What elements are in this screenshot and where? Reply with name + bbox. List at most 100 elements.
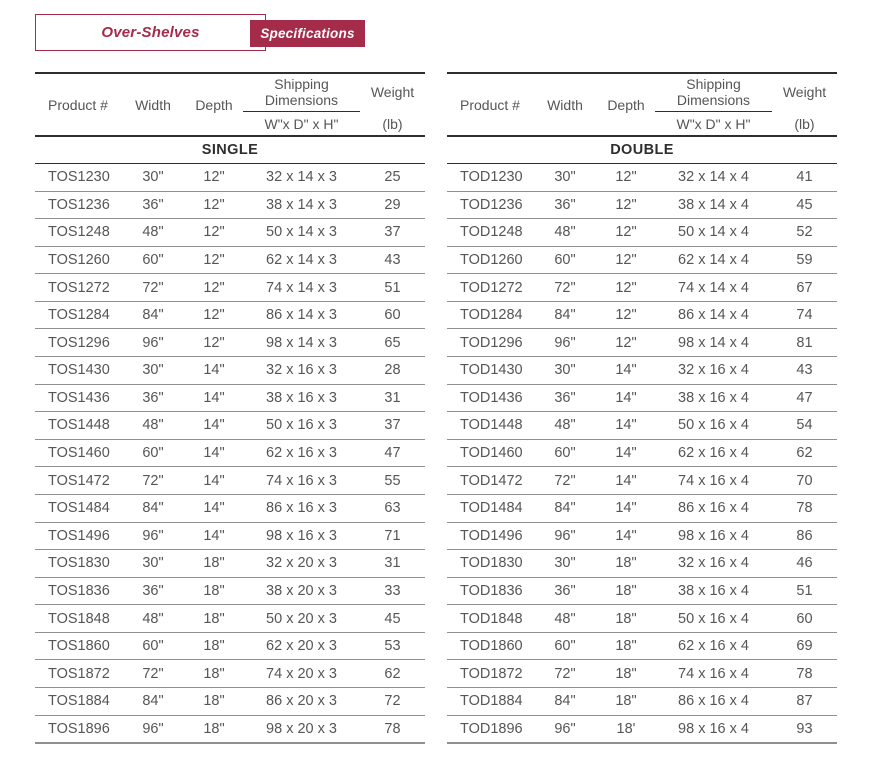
weight-cell: 54 <box>772 417 837 433</box>
shipping-cell: 86 x 14 x 4 <box>655 307 772 323</box>
product-cell: TOS1248 <box>35 224 121 240</box>
table-row: TOD128484"12"86 x 14 x 474 <box>447 302 837 330</box>
table-row: TOD149696"14"98 x 16 x 486 <box>447 523 837 551</box>
product-cell: TOS1896 <box>35 721 121 737</box>
table-row: TOD188484"18"86 x 16 x 487 <box>447 688 837 716</box>
table-row: TOS124848"12"50 x 14 x 337 <box>35 219 425 247</box>
width-cell: 48" <box>533 611 597 627</box>
shipping-cell: 50 x 16 x 4 <box>655 611 772 627</box>
width-cell: 30" <box>121 555 185 571</box>
shipping-dimensions-label: Shipping Dimensions <box>243 74 360 112</box>
depth-cell: 12" <box>185 169 243 185</box>
weight-cell: 43 <box>360 252 425 268</box>
weight-units-label: (lb) <box>772 112 837 135</box>
shipping-cell: 86 x 16 x 3 <box>243 500 360 516</box>
product-cell: TOS1260 <box>35 252 121 268</box>
depth-cell: 12" <box>597 335 655 351</box>
category-label: Over-Shelves <box>101 24 199 41</box>
shipping-column-header: Shipping Dimensions W"x D" x H" <box>243 74 360 135</box>
width-cell: 72" <box>533 473 597 489</box>
depth-cell: 14" <box>185 445 243 461</box>
shipping-cell: 38 x 16 x 4 <box>655 583 772 599</box>
width-cell: 84" <box>533 500 597 516</box>
shipping-column-header: Shipping Dimensions W"x D" x H" <box>655 74 772 135</box>
width-cell: 36" <box>533 583 597 599</box>
weight-column-header: Weight (lb) <box>772 74 837 135</box>
table-row: TOD124848"12"50 x 14 x 452 <box>447 219 837 247</box>
table-row: TOS143636"14"38 x 16 x 331 <box>35 385 425 413</box>
product-cell: TOS1830 <box>35 555 121 571</box>
table-row: TOD147272"14"74 x 16 x 470 <box>447 467 837 495</box>
product-cell: TOD1248 <box>447 224 533 240</box>
depth-cell: 14" <box>597 473 655 489</box>
weight-cell: 72 <box>360 693 425 709</box>
shipping-cell: 98 x 14 x 4 <box>655 335 772 351</box>
weight-cell: 31 <box>360 390 425 406</box>
depth-cell: 14" <box>185 417 243 433</box>
weight-column-header: Weight (lb) <box>360 74 425 135</box>
table-body-single: TOS123030"12"32 x 14 x 325TOS123636"12"3… <box>35 164 425 744</box>
weight-cell: 47 <box>360 445 425 461</box>
table-row: TOS143030"14"32 x 16 x 328 <box>35 357 425 385</box>
table-row: TOD123636"12"38 x 14 x 445 <box>447 192 837 220</box>
depth-cell: 18" <box>597 693 655 709</box>
product-cell: TOD1830 <box>447 555 533 571</box>
weight-cell: 70 <box>772 473 837 489</box>
shipping-cell: 50 x 14 x 3 <box>243 224 360 240</box>
product-cell: TOD1284 <box>447 307 533 323</box>
shipping-cell: 50 x 16 x 3 <box>243 417 360 433</box>
weight-label: Weight <box>772 74 837 112</box>
product-cell: TOS1860 <box>35 638 121 654</box>
specifications-tab[interactable]: Specifications <box>250 20 365 47</box>
single-shelf-table: Product # Width Depth Shipping Dimension… <box>35 72 425 744</box>
table-row: TOD143030"14"32 x 16 x 443 <box>447 357 837 385</box>
depth-cell: 14" <box>597 417 655 433</box>
shipping-cell: 98 x 14 x 3 <box>243 335 360 351</box>
product-cell: TOD1860 <box>447 638 533 654</box>
weight-cell: 45 <box>772 197 837 213</box>
weight-cell: 63 <box>360 500 425 516</box>
table-row: TOD187272"18"74 x 16 x 478 <box>447 660 837 688</box>
product-cell: TOS1448 <box>35 417 121 433</box>
table-row: TOS148484"14"86 x 16 x 363 <box>35 495 425 523</box>
width-cell: 60" <box>533 638 597 654</box>
shipping-cell: 98 x 16 x 4 <box>655 528 772 544</box>
shipping-cell: 50 x 20 x 3 <box>243 611 360 627</box>
table-row: TOS128484"12"86 x 14 x 360 <box>35 302 425 330</box>
width-cell: 36" <box>533 390 597 406</box>
product-cell: TOD1236 <box>447 197 533 213</box>
shipping-cell: 74 x 16 x 4 <box>655 666 772 682</box>
width-cell: 60" <box>121 252 185 268</box>
depth-cell: 14" <box>185 528 243 544</box>
weight-cell: 78 <box>772 500 837 516</box>
shipping-units-label: W"x D" x H" <box>243 112 360 135</box>
width-cell: 84" <box>121 500 185 516</box>
depth-cell: 18" <box>185 666 243 682</box>
table-row: TOS127272"12"74 x 14 x 351 <box>35 274 425 302</box>
weight-cell: 53 <box>360 638 425 654</box>
table-row: TOD184848"18"50 x 16 x 460 <box>447 605 837 633</box>
weight-cell: 46 <box>772 555 837 571</box>
weight-cell: 86 <box>772 528 837 544</box>
depth-cell: 14" <box>597 445 655 461</box>
product-cell: TOD1448 <box>447 417 533 433</box>
product-cell: TOD1296 <box>447 335 533 351</box>
page-header: Over-Shelves Specifications <box>35 13 367 53</box>
width-cell: 60" <box>121 445 185 461</box>
table-row: TOS188484"18"86 x 20 x 372 <box>35 688 425 716</box>
product-cell: TOS1496 <box>35 528 121 544</box>
shipping-cell: 74 x 16 x 4 <box>655 473 772 489</box>
weight-units-label: (lb) <box>360 112 425 135</box>
width-cell: 30" <box>533 362 597 378</box>
table-row: TOS149696"14"98 x 16 x 371 <box>35 523 425 551</box>
depth-cell: 18" <box>597 583 655 599</box>
weight-cell: 47 <box>772 390 837 406</box>
table-row: TOS129696"12"98 x 14 x 365 <box>35 329 425 357</box>
width-cell: 36" <box>533 197 597 213</box>
product-cell: TOS1236 <box>35 197 121 213</box>
width-cell: 60" <box>121 638 185 654</box>
section-band-double: DOUBLE <box>447 137 837 164</box>
product-cell: TOS1296 <box>35 335 121 351</box>
width-column-header: Width <box>533 74 597 135</box>
depth-cell: 14" <box>185 473 243 489</box>
